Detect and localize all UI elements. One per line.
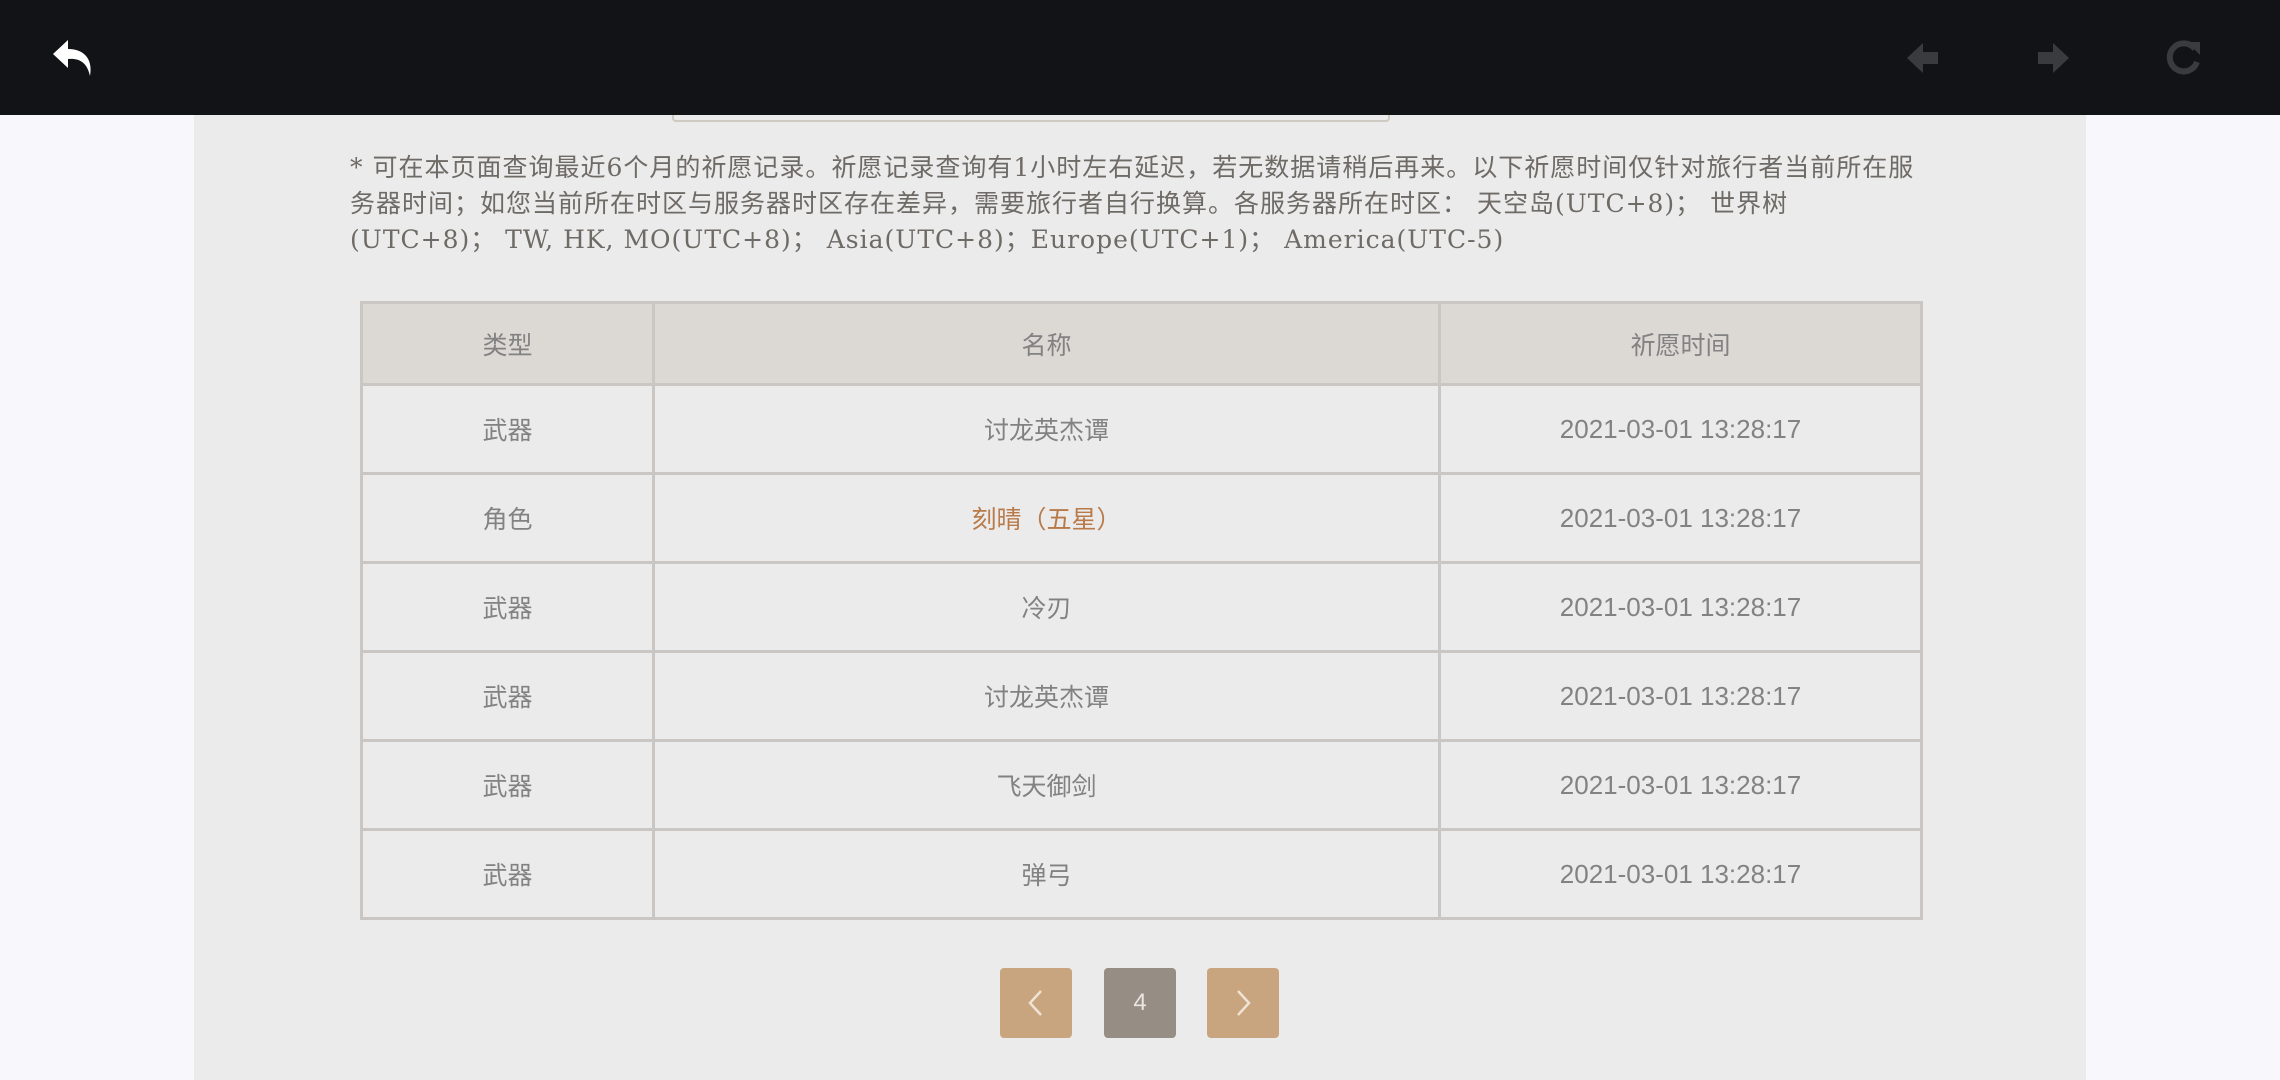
cell-time: 2021-03-01 13:28:17 bbox=[1438, 739, 1923, 831]
back-button[interactable] bbox=[48, 33, 98, 83]
next-page-button[interactable] bbox=[1207, 968, 1279, 1038]
cell-type: 武器 bbox=[360, 739, 655, 831]
cell-time: 2021-03-01 13:28:17 bbox=[1438, 828, 1923, 920]
wish-table-container: 类型 名称 祈愿时间 武器 讨龙英杰谭 2021-03-01 13:28:17 … bbox=[360, 301, 1923, 920]
table-row: 武器 讨龙英杰谭 2021-03-01 13:28:17 bbox=[360, 650, 1923, 742]
cell-time: 2021-03-01 13:28:17 bbox=[1438, 561, 1923, 653]
header-type: 类型 bbox=[360, 301, 655, 386]
prev-page-button[interactable] bbox=[1000, 968, 1072, 1038]
table-row: 武器 飞天御剑 2021-03-01 13:28:17 bbox=[360, 739, 1923, 831]
cell-name: 讨龙英杰谭 bbox=[652, 650, 1441, 742]
chevron-right-icon bbox=[1237, 990, 1251, 1016]
cell-type: 武器 bbox=[360, 561, 655, 653]
cell-name: 刻晴（五星） bbox=[652, 472, 1441, 564]
prev-arrow-icon bbox=[1907, 43, 1938, 73]
refresh-button[interactable] bbox=[2158, 33, 2208, 83]
refresh-icon bbox=[2166, 40, 2200, 75]
next-nav-button[interactable] bbox=[2028, 33, 2078, 83]
table-row: 武器 讨龙英杰谭 2021-03-01 13:28:17 bbox=[360, 383, 1923, 475]
wish-notice-text: * 可在本页面查询最近6个月的祈愿记录。祈愿记录查询有1小时左右延迟，若无数据请… bbox=[350, 153, 1915, 254]
top-toolbar bbox=[0, 0, 2280, 115]
cell-name: 弹弓 bbox=[652, 828, 1441, 920]
table-row: 角色 刻晴（五星） 2021-03-01 13:28:17 bbox=[360, 472, 1923, 564]
cell-name: 冷刃 bbox=[652, 561, 1441, 653]
cell-type: 武器 bbox=[360, 383, 655, 475]
current-page-indicator: 4 bbox=[1104, 968, 1176, 1038]
cell-type: 武器 bbox=[360, 650, 655, 742]
cell-type: 武器 bbox=[360, 828, 655, 920]
header-name: 名称 bbox=[652, 301, 1441, 386]
cell-time: 2021-03-01 13:28:17 bbox=[1438, 650, 1923, 742]
chevron-left-icon bbox=[1028, 990, 1042, 1016]
wish-history-table: 类型 名称 祈愿时间 武器 讨龙英杰谭 2021-03-01 13:28:17 … bbox=[360, 301, 1923, 920]
table-header-row: 类型 名称 祈愿时间 bbox=[360, 301, 1923, 386]
undo-arrow-icon bbox=[53, 40, 91, 76]
prev-nav-button[interactable] bbox=[1898, 33, 1948, 83]
cell-time: 2021-03-01 13:28:17 bbox=[1438, 383, 1923, 475]
next-arrow-icon bbox=[2038, 43, 2069, 73]
cell-name: 讨龙英杰谭 bbox=[652, 383, 1441, 475]
table-row: 武器 冷刃 2021-03-01 13:28:17 bbox=[360, 561, 1923, 653]
cell-name: 飞天御剑 bbox=[652, 739, 1441, 831]
header-time: 祈愿时间 bbox=[1438, 301, 1923, 386]
cell-time: 2021-03-01 13:28:17 bbox=[1438, 472, 1923, 564]
cell-type: 角色 bbox=[360, 472, 655, 564]
table-row: 武器 弹弓 2021-03-01 13:28:17 bbox=[360, 828, 1923, 920]
